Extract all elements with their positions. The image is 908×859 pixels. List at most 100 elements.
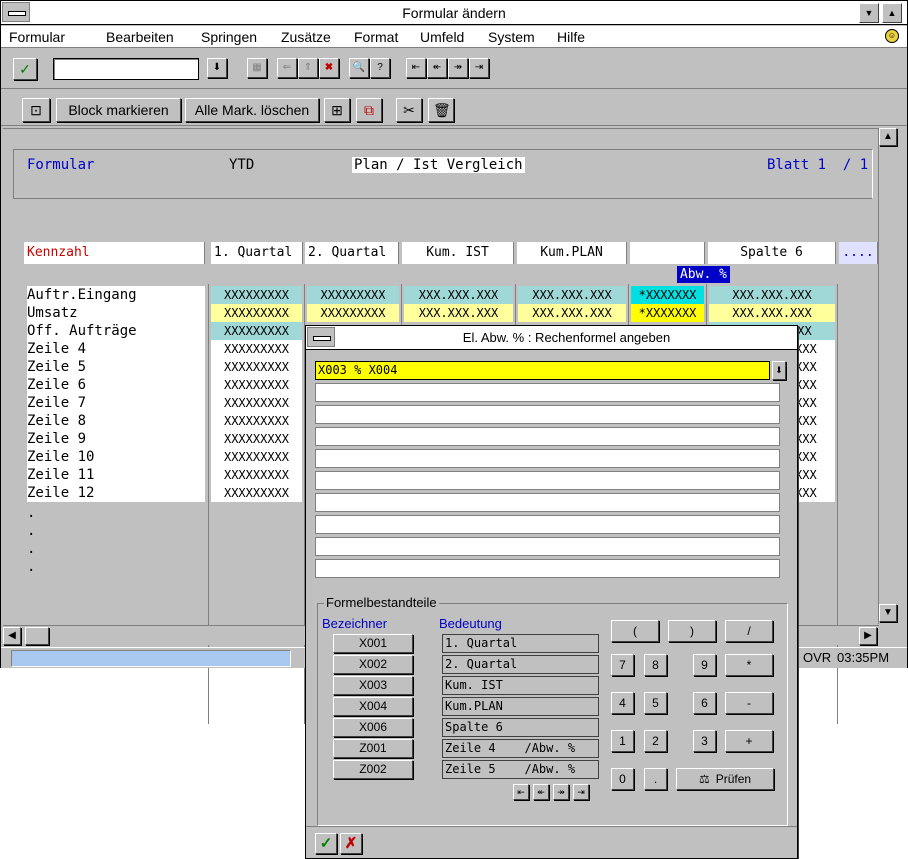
cell-q1[interactable]: XXXXXXXXX xyxy=(211,448,302,466)
cell-spalte6[interactable]: XXX xyxy=(795,448,835,466)
row-label-zeile-4[interactable]: Zeile 4 xyxy=(27,340,205,358)
cell-spalte6[interactable]: XXX xyxy=(795,412,835,430)
column-header-q1[interactable]: 1. Quartal xyxy=(211,242,303,264)
formula-line[interactable] xyxy=(315,427,780,446)
last-page-icon[interactable]: ⇥ xyxy=(573,784,589,800)
move-block-icon[interactable]: ⧉ xyxy=(356,98,382,122)
key-7[interactable]: 7 xyxy=(611,654,634,676)
cell-q1[interactable]: XXXXXXXXX xyxy=(211,286,302,304)
scroll-right-icon[interactable]: ▶ xyxy=(859,627,877,645)
menu-zusaetze[interactable]: Zusätze xyxy=(281,29,331,45)
scroll-down-icon[interactable]: ▼ xyxy=(879,604,897,622)
component-x003-button[interactable]: X003 xyxy=(333,676,413,695)
cell-spalte6[interactable]: XXX xyxy=(795,430,835,448)
last-page-icon[interactable]: ⇥ xyxy=(469,58,489,78)
maximize-button[interactable]: ▲ xyxy=(882,3,902,23)
menu-format[interactable]: Format xyxy=(354,29,398,45)
formula-line[interactable] xyxy=(315,515,780,534)
key-4[interactable]: 4 xyxy=(611,692,634,714)
cut-icon[interactable]: ✂ xyxy=(396,98,422,122)
column-header-q2[interactable]: 2. Quartal xyxy=(305,242,399,264)
kennzahl-header[interactable]: Kennzahl xyxy=(24,242,205,264)
component-x006-button[interactable]: X006 xyxy=(333,718,413,737)
command-field[interactable] xyxy=(53,58,199,80)
scroll-up-icon[interactable]: ▲ xyxy=(879,128,897,146)
scroll-left-icon[interactable]: ◀ xyxy=(3,627,21,645)
menu-bearbeiten[interactable]: Bearbeiten xyxy=(106,29,174,45)
row-label-auftr-eingang[interactable]: Auftr.Eingang xyxy=(27,286,205,304)
cancel-icon[interactable]: ✖ xyxy=(319,58,339,78)
row-label-zeile-11[interactable]: Zeile 11 xyxy=(27,466,205,484)
cell-abw[interactable]: *XXXXXXX xyxy=(631,304,704,322)
exit-icon[interactable]: ⇑ xyxy=(298,58,318,78)
enter-check-icon[interactable]: ✓ xyxy=(13,58,37,80)
cell-q1[interactable]: XXXXXXXXX xyxy=(211,394,302,412)
row-label-zeile-8[interactable]: Zeile 8 xyxy=(27,412,205,430)
key-6[interactable]: 6 xyxy=(693,692,716,714)
cell-q2[interactable]: XXXXXXXXX xyxy=(307,286,399,304)
row-label-zeile-6[interactable]: Zeile 6 xyxy=(27,376,205,394)
first-page-icon[interactable]: ⇤ xyxy=(406,58,426,78)
menu-system[interactable]: System xyxy=(488,29,535,45)
cell-spalte6[interactable]: XXX xyxy=(795,394,835,412)
cell-q1[interactable]: XXXXXXXXX xyxy=(211,412,302,430)
formula-line[interactable] xyxy=(315,559,780,578)
scroll-thumb[interactable] xyxy=(25,627,49,645)
column-header-kum-ist[interactable]: Kum. IST xyxy=(402,242,514,264)
row-label-zeile-5[interactable]: Zeile 5 xyxy=(27,358,205,376)
back-icon[interactable]: ⇐ xyxy=(277,58,297,78)
row-label-zeile-7[interactable]: Zeile 7 xyxy=(27,394,205,412)
minimize-button[interactable]: ▼ xyxy=(859,3,879,23)
menu-springen[interactable]: Springen xyxy=(201,29,257,45)
next-page-icon[interactable]: ↠ xyxy=(553,784,569,800)
key-dot[interactable]: . xyxy=(644,768,667,790)
copy-block-icon[interactable]: ⊞ xyxy=(324,98,350,122)
key-open-paren[interactable]: ( xyxy=(611,620,659,642)
key-minus[interactable]: - xyxy=(725,692,773,714)
next-page-icon[interactable]: ↠ xyxy=(448,58,468,78)
formula-line[interactable] xyxy=(315,383,780,402)
component-z001-button[interactable]: Z001 xyxy=(333,739,413,758)
cell-kum-ist[interactable]: XXX.XXX.XXX xyxy=(404,304,513,322)
cell-q1[interactable]: XXXXXXXXX xyxy=(211,358,302,376)
key-divide[interactable]: / xyxy=(725,620,773,642)
menu-umfeld[interactable]: Umfeld xyxy=(420,29,464,45)
key-5[interactable]: 5 xyxy=(644,692,667,714)
confirm-check-icon[interactable]: ✓ xyxy=(315,833,337,854)
dialog-system-menu-button[interactable] xyxy=(307,327,335,347)
formula-line[interactable] xyxy=(315,405,780,424)
key-3[interactable]: 3 xyxy=(693,730,716,752)
cell-spalte6[interactable]: XXX.XXX.XXX xyxy=(709,304,835,322)
key-1[interactable]: 1 xyxy=(611,730,634,752)
component-x004-button[interactable]: X004 xyxy=(333,697,413,716)
row-label-umsatz[interactable]: Umsatz xyxy=(27,304,205,322)
key-plus[interactable]: + xyxy=(725,730,773,752)
find-next-icon[interactable]: ? xyxy=(370,58,390,78)
column-header-kum-plan[interactable]: Kum.PLAN xyxy=(517,242,627,264)
vertical-scrollbar[interactable]: ▲ ▼ xyxy=(878,128,898,624)
menu-hilfe[interactable]: Hilfe xyxy=(557,29,585,45)
select-icon[interactable]: ⊡ xyxy=(22,98,50,122)
check-button[interactable]: ⚖ Prüfen xyxy=(676,768,774,790)
row-label-zeile-12[interactable]: Zeile 12 xyxy=(27,484,205,502)
cell-spalte6[interactable]: XXX xyxy=(795,376,835,394)
menu-formular[interactable]: Formular xyxy=(9,29,65,45)
cell-kum-plan[interactable]: XXX.XXX.XXX xyxy=(518,286,626,304)
cell-kum-ist[interactable]: XXX.XXX.XXX xyxy=(404,286,513,304)
formula-line[interactable]: X003 % X004 xyxy=(315,361,770,380)
component-x002-button[interactable]: X002 xyxy=(333,655,413,674)
component-z002-button[interactable]: Z002 xyxy=(333,760,413,779)
formula-line[interactable] xyxy=(315,449,780,468)
key-2[interactable]: 2 xyxy=(644,730,667,752)
key-multiply[interactable]: * xyxy=(725,654,773,676)
delete-icon[interactable]: 🗑 xyxy=(428,98,454,122)
formula-line[interactable] xyxy=(315,493,780,512)
first-page-icon[interactable]: ⇤ xyxy=(513,784,529,800)
previous-page-icon[interactable]: ↞ xyxy=(427,58,447,78)
find-icon[interactable]: 🔍 xyxy=(349,58,369,78)
previous-page-icon[interactable]: ↞ xyxy=(533,784,549,800)
cell-spalte6[interactable]: XXX xyxy=(795,340,835,358)
key-8[interactable]: 8 xyxy=(644,654,667,676)
row-label-off-auftraege[interactable]: Off. Aufträge xyxy=(27,322,205,340)
cell-q1[interactable]: XXXXXXXXX xyxy=(211,340,302,358)
